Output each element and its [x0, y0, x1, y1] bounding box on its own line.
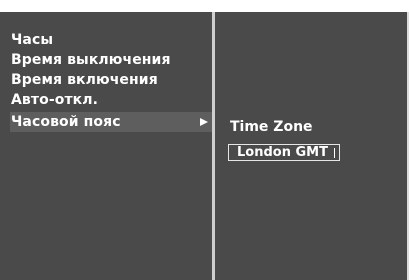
time-zone-value: London GMT [237, 145, 328, 160]
menu-item-label: Время выключения [11, 52, 171, 68]
menu-item-time-zone[interactable]: Часовой пояс [10, 112, 214, 132]
menu-item-label: Часы [11, 32, 54, 48]
time-zone-value-field[interactable]: London GMT [228, 144, 340, 161]
menu-item-off-time[interactable]: Время выключения [10, 50, 214, 70]
panel-divider [212, 12, 215, 280]
menu-item-on-time[interactable]: Время включения [10, 70, 214, 90]
submenu-title: Time Zone [230, 119, 313, 135]
text-cursor [334, 148, 335, 158]
menu-item-auto-off[interactable]: Авто-откл. [10, 90, 214, 110]
menu-item-clock[interactable]: Часы [10, 30, 214, 50]
menu-item-label: Часовой пояс [11, 114, 121, 130]
top-border [0, 0, 409, 12]
menu-item-label: Авто-откл. [11, 92, 99, 108]
menu-item-label: Время включения [11, 72, 158, 88]
right-triangle-arrow-icon [200, 118, 208, 126]
tv-osd-menu: Часы Время выключения Время включения Ав… [0, 0, 409, 280]
